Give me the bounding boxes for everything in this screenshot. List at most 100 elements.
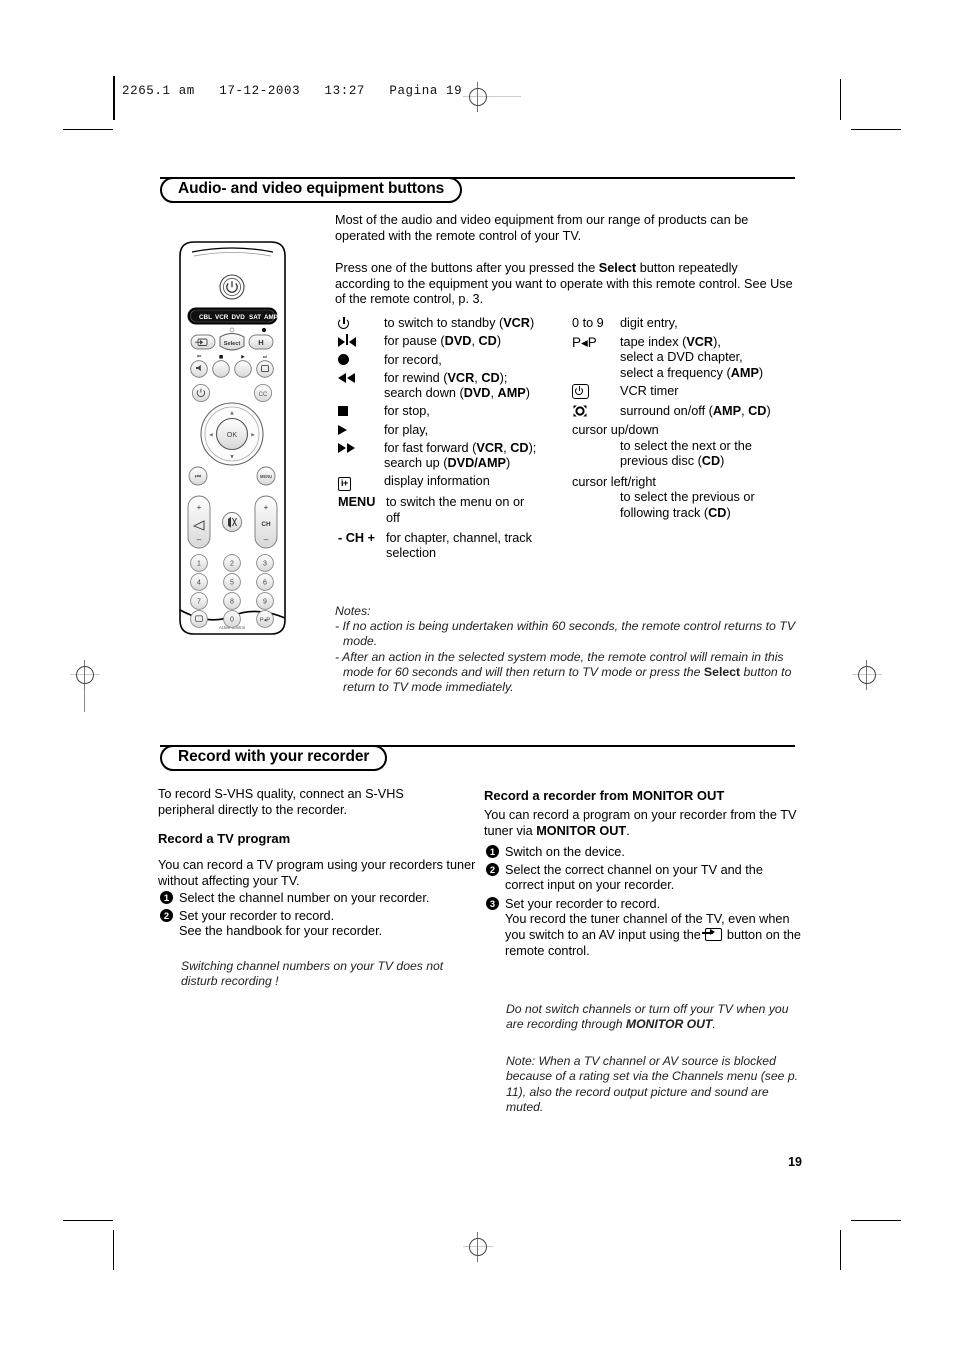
svg-text:VCR: VCR (215, 314, 229, 321)
section-heading-record: Record with your recorder (160, 745, 795, 771)
svg-text:+: + (197, 503, 202, 512)
svg-text:⏮: ⏮ (197, 355, 201, 360)
svg-text:2: 2 (230, 561, 234, 568)
record-left-para-text: You can record a TV program using your r… (158, 858, 476, 888)
ch-key-label: - CH + (338, 531, 386, 562)
button-row-stop: for stop, (338, 404, 584, 420)
svg-text:▲: ▲ (230, 411, 234, 416)
record-right-para: You can record a program on your recorde… (484, 808, 802, 839)
svg-text:4: 4 (197, 580, 201, 587)
svg-text:H: H (258, 338, 263, 347)
button-row-pause: for pause (DVD, CD) (338, 334, 584, 350)
button-list-left-column: to switch to standby (VCR) for pause (DV… (338, 316, 584, 564)
digits-key-label: 0 to 9 (572, 316, 620, 332)
svg-text:SAT: SAT (249, 314, 261, 321)
record-left-steps: 1 Select the channel number on your reco… (160, 891, 480, 942)
cursor-leftright-label: cursor left/right (572, 474, 656, 489)
svg-text:▶: ▶ (241, 355, 245, 360)
record-left-subheading: Record a TV program (158, 831, 458, 847)
record-monitor-out-heading-b: MONITOR OUT (632, 788, 725, 803)
record-right-italic-note-1-text: Do not switch channels or turn off your … (506, 1002, 798, 1033)
vcr-timer-icon (572, 384, 620, 402)
record-left-para: You can record a TV program using your r… (158, 858, 478, 889)
av-input-icon (702, 927, 723, 941)
svg-text:▼: ▼ (230, 455, 234, 460)
record-right-italic-note-2: Note: When a TV channel or AV source is … (506, 1054, 800, 1116)
note-1: - If no action is being undertaken withi… (335, 619, 796, 649)
stop-icon (338, 404, 384, 420)
svg-text:▶: ▶ (251, 433, 255, 438)
list-item: 1 Select the channel number on your reco… (160, 891, 480, 907)
remote-control-illustration: Active Control CBL VCR DVD SAT AMP Selec (170, 238, 295, 643)
pip-label-text: P◂P (572, 334, 597, 350)
record-right-italic-note-1: Do not switch channels or turn off your … (506, 1002, 798, 1033)
button-desc-fast-forward: for fast forward (VCR, CD); search up (DV… (384, 440, 537, 471)
intro-text-2: Press one of the buttons after you press… (335, 261, 795, 308)
intro-text-2a: Press one of the buttons after you press… (335, 261, 599, 275)
section-title-text-2: Record with your recorder (178, 748, 370, 766)
document-page: Audio- and video equipment buttons Most … (0, 0, 954, 1351)
play-icon (338, 423, 384, 439)
step-bullet-2: 2 (486, 862, 505, 894)
svg-text:CH: CH (261, 521, 271, 528)
svg-text:8: 8 (230, 599, 234, 606)
button-desc-rewind: for rewind (VCR, CD); search down (DVD, A… (384, 370, 530, 401)
button-row-play: for play, (338, 423, 584, 439)
record-left-italic-note: Switching channel numbers on your TV doe… (181, 959, 453, 989)
cursor-leftright-block: cursor left/right to select the previous… (572, 475, 802, 522)
svg-text:CC: CC (259, 392, 268, 398)
svg-text:AMP: AMP (264, 314, 278, 321)
button-row-record: for record, (338, 353, 584, 369)
menu-label-text: MENU (338, 495, 376, 510)
monitor-out-keyword-italic: MONITOR OUT (625, 1017, 713, 1032)
button-desc-pause: for pause (DVD, CD) (384, 334, 502, 349)
record-right-subheading: Record a recorder from MONITOR OUT (484, 788, 804, 804)
note-2: - After an action in the selected system… (335, 650, 803, 696)
record-right-para-a: You can record a program on your recorde… (484, 808, 797, 838)
step-text-1: Select the channel number on your record… (179, 891, 430, 905)
record-left-italic-note-text: Switching channel numbers on your TV doe… (181, 959, 444, 989)
cursor-updown-label: cursor up/down (572, 423, 659, 438)
fast-forward-icon (338, 441, 384, 472)
button-desc-record: for record, (384, 352, 442, 367)
record-left-intro: To record S-VHS quality, connect an S-VH… (158, 787, 458, 818)
surround-icon (572, 404, 620, 420)
section-heading-audio-video: Audio- and video equipment buttons (160, 177, 795, 203)
rewind-icon (338, 371, 384, 402)
button-desc-play: for play, (384, 422, 429, 437)
svg-text:■: ■ (219, 355, 223, 360)
button-row-surround: surround on/off (AMP, CD) (572, 404, 802, 420)
list-item: 1 Switch on the device. (486, 845, 804, 861)
note-2-select-keyword: Select (703, 664, 741, 679)
record-right-para-text: You can record a program on your recorde… (484, 808, 802, 839)
list-item: 3 Set your recorder to record. You record… (486, 896, 804, 959)
svg-text:6: 6 (263, 580, 267, 587)
button-row-pip: P◂P tape index (VCR), select a DVD chapte… (572, 335, 802, 382)
button-row-display-info: i+ display information (338, 474, 584, 492)
step-text-2: Set your recorder to record. See the han… (179, 908, 383, 939)
button-row-menu: MENU to switch the menu on or off (338, 495, 584, 526)
cursor-updown-desc: to select the next or the previous disc (… (620, 438, 752, 469)
button-list-right-column: 0 to 9 digit entry, P◂P tape index (VCR)… (572, 316, 802, 522)
svg-text:0: 0 (230, 617, 234, 624)
menu-key-label: MENU (338, 495, 386, 526)
svg-text:3: 3 (263, 561, 267, 568)
svg-text:P◂P: P◂P (260, 617, 271, 623)
button-desc-standby: to switch to standby (VCR) (384, 316, 535, 330)
monitor-out-keyword: MONITOR OUT (536, 823, 627, 838)
button-row-standby: to switch to standby (VCR) (338, 316, 584, 332)
svg-text:1: 1 (197, 561, 201, 568)
ch-label-text: - CH + (338, 530, 376, 545)
section-title-pill-2: Record with your recorder (160, 745, 388, 771)
cursor-leftright-desc: to select the previous or following track… (620, 490, 755, 521)
record-right-italic-note-2-text: Note: When a TV channel or AV source is … (506, 1054, 799, 1115)
record-right-para-b: . (626, 823, 630, 838)
svg-text:Select: Select (224, 341, 241, 347)
button-desc-digits: digit entry, (620, 316, 678, 330)
button-row-digits: 0 to 9 digit entry, (572, 316, 802, 332)
svg-text:–: – (197, 535, 202, 544)
svg-text:CBL: CBL (199, 314, 212, 321)
svg-text:–: – (264, 535, 269, 544)
step-bullet-1: 1 (486, 845, 505, 861)
step-text-2: Select the correct channel on your TV an… (505, 862, 763, 893)
